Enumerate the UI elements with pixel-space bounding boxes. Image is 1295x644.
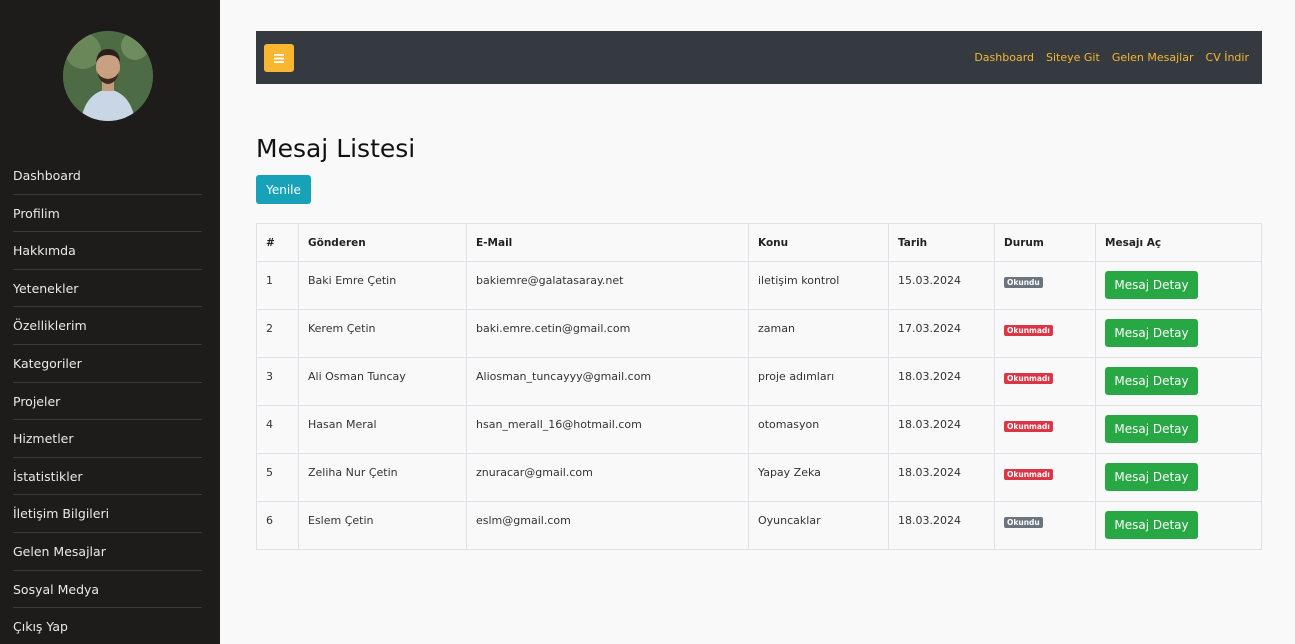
cell-date: 18.03.2024 [888, 405, 995, 454]
sidebar-item-yetenekler[interactable]: Yetenekler [13, 270, 202, 308]
table-row: 4 Hasan Meral hsan_merall_16@hotmail.com… [256, 405, 1262, 454]
cell-status: Okunmadı [994, 357, 1096, 406]
cell-status: Okunmadı [994, 453, 1096, 502]
cell-action: Mesaj Detay [1095, 501, 1262, 550]
cell-status: Okundu [994, 501, 1096, 550]
message-detail-button[interactable]: Mesaj Detay [1105, 463, 1198, 491]
cell-sender: Eslem Çetin [298, 501, 467, 550]
cell-subject: Yapay Zeka [748, 453, 889, 502]
sidebar-item-projeler[interactable]: Projeler [13, 383, 202, 421]
cell-number: 6 [256, 501, 299, 550]
sidebar-item-kategoriler[interactable]: Kategoriler [13, 345, 202, 383]
cell-status: Okunmadı [994, 309, 1096, 358]
cell-number: 4 [256, 405, 299, 454]
cell-date: 17.03.2024 [888, 309, 995, 358]
table-row: 5 Zeliha Nur Çetin znuracar@gmail.com Ya… [256, 453, 1262, 502]
column-header-subject: Konu [748, 223, 889, 262]
column-header-open-message: Mesajı Aç [1095, 223, 1262, 262]
sidebar-nav: Dashboard Profilim Hakkımda Yetenekler Ö… [13, 157, 202, 644]
cell-date: 18.03.2024 [888, 357, 995, 406]
cell-action: Mesaj Detay [1095, 453, 1262, 502]
top-navbar: Dashboard Siteye Git Gelen Mesajlar CV İ… [256, 31, 1262, 84]
sidebar-item-gelen-mesajlar[interactable]: Gelen Mesajlar [13, 533, 202, 571]
cell-status: Okunmadı [994, 405, 1096, 454]
cell-date: 15.03.2024 [888, 261, 995, 310]
top-nav-links: Dashboard Siteye Git Gelen Mesajlar CV İ… [974, 31, 1249, 84]
cell-number: 1 [256, 261, 299, 310]
cell-action: Mesaj Detay [1095, 357, 1262, 406]
status-badge: Okundu [1004, 516, 1043, 528]
cell-sender: Ali Osman Tuncay [298, 357, 467, 406]
table-row: 3 Ali Osman Tuncay Aliosman_tuncayyy@gma… [256, 357, 1262, 406]
sidebar-item-dashboard[interactable]: Dashboard [13, 157, 202, 195]
status-badge: Okundu [1004, 276, 1043, 288]
table-row: 2 Kerem Çetin baki.emre.cetin@gmail.com … [256, 309, 1262, 358]
table-header-row: # Gönderen E-Mail Konu Tarih Durum Mesaj… [256, 223, 1262, 262]
status-badge: Okunmadı [1004, 372, 1053, 384]
cell-action: Mesaj Detay [1095, 405, 1262, 454]
status-badge: Okunmadı [1004, 468, 1053, 480]
cell-subject: proje adımları [748, 357, 889, 406]
cell-date: 18.03.2024 [888, 453, 995, 502]
topnav-link-dashboard[interactable]: Dashboard [974, 51, 1034, 64]
cell-action: Mesaj Detay [1095, 261, 1262, 310]
table-row: 1 Baki Emre Çetin bakiemre@galatasaray.n… [256, 261, 1262, 310]
column-header-sender: Gönderen [298, 223, 467, 262]
message-detail-button[interactable]: Mesaj Detay [1105, 319, 1198, 347]
message-detail-button[interactable]: Mesaj Detay [1105, 367, 1198, 395]
refresh-button[interactable]: Yenile [256, 175, 311, 204]
cell-email: baki.emre.cetin@gmail.com [466, 309, 749, 358]
sidebar-item-cikis-yap[interactable]: Çıkış Yap [13, 608, 202, 644]
status-badge: Okunmadı [1004, 420, 1053, 432]
cell-subject: Oyuncaklar [748, 501, 889, 550]
status-badge: Okunmadı [1004, 324, 1053, 336]
column-header-email: E-Mail [466, 223, 749, 262]
cell-email: Aliosman_tuncayyy@gmail.com [466, 357, 749, 406]
sidebar-item-profilim[interactable]: Profilim [13, 195, 202, 233]
cell-number: 3 [256, 357, 299, 406]
cell-subject: iletişim kontrol [748, 261, 889, 310]
cell-number: 2 [256, 309, 299, 358]
menu-icon [274, 53, 284, 63]
column-header-status: Durum [994, 223, 1096, 262]
sidebar-item-hakkimda[interactable]: Hakkımda [13, 232, 202, 270]
cell-sender: Baki Emre Çetin [298, 261, 467, 310]
cell-number: 5 [256, 453, 299, 502]
cell-subject: otomasyon [748, 405, 889, 454]
topnav-link-cv-indir[interactable]: CV İndir [1206, 51, 1249, 64]
message-detail-button[interactable]: Mesaj Detay [1105, 511, 1198, 539]
avatar [63, 31, 153, 121]
message-detail-button[interactable]: Mesaj Detay [1105, 271, 1198, 299]
table-row: 6 Eslem Çetin eslm@gmail.com Oyuncaklar … [256, 501, 1262, 550]
cell-email: znuracar@gmail.com [466, 453, 749, 502]
sidebar-item-hizmetler[interactable]: Hizmetler [13, 420, 202, 458]
cell-subject: zaman [748, 309, 889, 358]
sidebar-item-iletisim-bilgileri[interactable]: İletişim Bilgileri [13, 495, 202, 533]
cell-action: Mesaj Detay [1095, 309, 1262, 358]
sidebar-item-ozelliklerim[interactable]: Özelliklerim [13, 307, 202, 345]
column-header-date: Tarih [888, 223, 995, 262]
messages-table: # Gönderen E-Mail Konu Tarih Durum Mesaj… [256, 223, 1262, 550]
cell-sender: Zeliha Nur Çetin [298, 453, 467, 502]
cell-email: hsan_merall_16@hotmail.com [466, 405, 749, 454]
cell-date: 18.03.2024 [888, 501, 995, 550]
cell-email: eslm@gmail.com [466, 501, 749, 550]
cell-sender: Hasan Meral [298, 405, 467, 454]
cell-email: bakiemre@galatasaray.net [466, 261, 749, 310]
cell-sender: Kerem Çetin [298, 309, 467, 358]
sidebar: Dashboard Profilim Hakkımda Yetenekler Ö… [0, 0, 220, 644]
topnav-link-gelen-mesajlar[interactable]: Gelen Mesajlar [1112, 51, 1194, 64]
sidebar-toggle-button[interactable] [264, 44, 294, 72]
sidebar-item-istatistikler[interactable]: İstatistikler [13, 458, 202, 496]
column-header-number: # [256, 223, 299, 262]
profile-photo [63, 31, 153, 121]
cell-status: Okundu [994, 261, 1096, 310]
topnav-link-siteye-git[interactable]: Siteye Git [1046, 51, 1100, 64]
sidebar-item-sosyal-medya[interactable]: Sosyal Medya [13, 571, 202, 609]
page-title: Mesaj Listesi [256, 134, 416, 163]
message-detail-button[interactable]: Mesaj Detay [1105, 415, 1198, 443]
